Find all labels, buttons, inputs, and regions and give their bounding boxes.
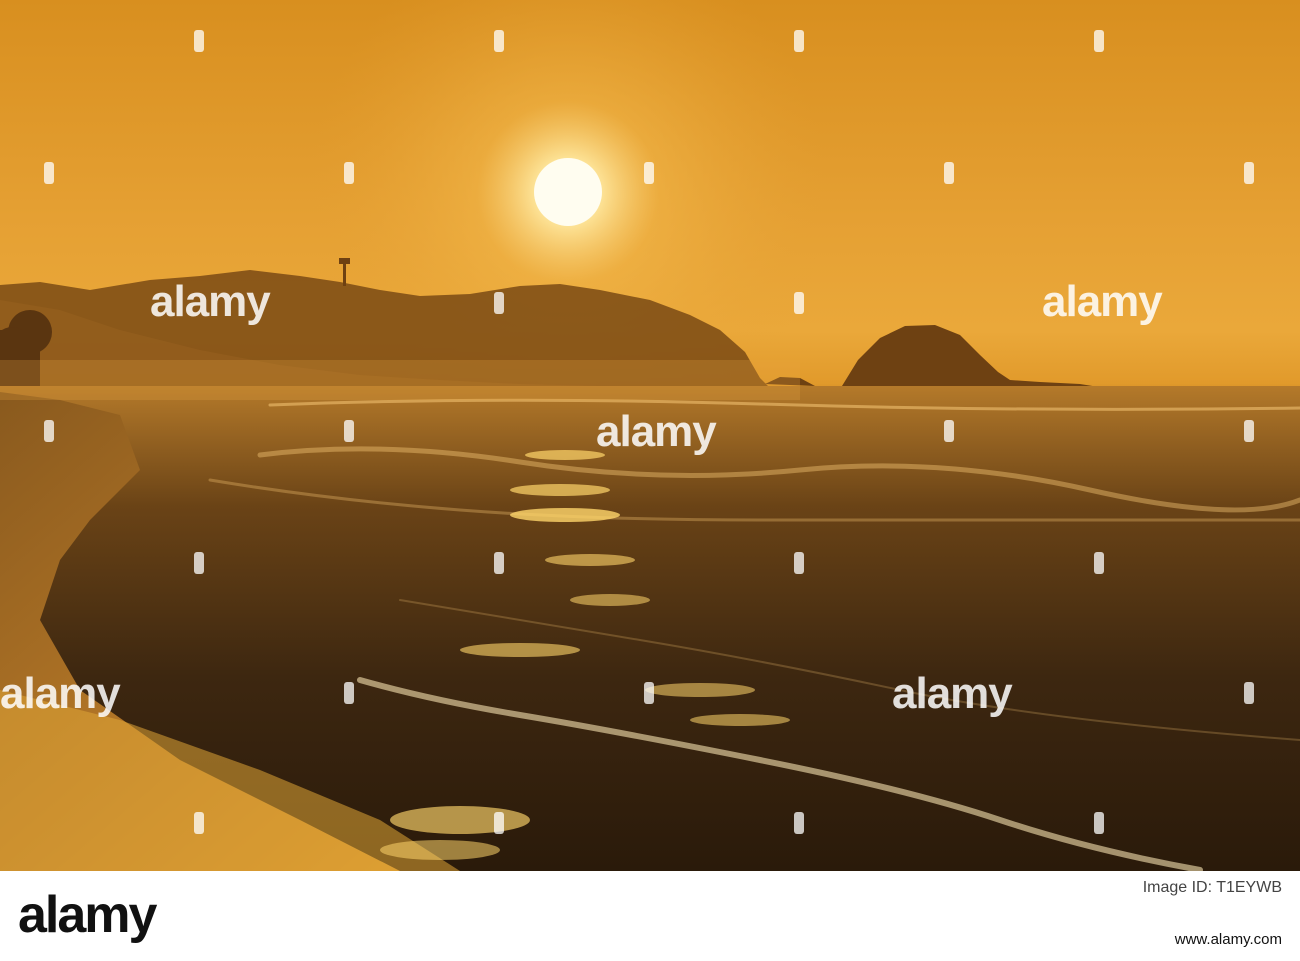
watermark-mark [494,30,504,52]
watermark-mark [344,162,354,184]
watermark-mark [1244,420,1254,442]
watermark-mark [194,552,204,574]
watermark: alamy [596,407,717,456]
watermark: alamy [150,277,271,326]
watermark: alamy [0,669,121,718]
watermark-mark [344,420,354,442]
watermark-mark [494,812,504,834]
watermark-mark [794,552,804,574]
watermark-mark [44,420,54,442]
watermark-mark [794,30,804,52]
footer-bar: alamy Image ID: T1EYWB www.alamy.com [0,871,1300,961]
site-url: www.alamy.com [1174,931,1282,948]
alamy-logo: alamy [18,886,157,944]
watermark-mark [194,812,204,834]
watermark-mark [1094,812,1104,834]
watermark-mark [194,30,204,52]
watermark-mark [494,552,504,574]
watermark-mark [1094,30,1104,52]
watermark: alamy [892,669,1013,718]
watermark-mark [644,162,654,184]
watermark-mark [794,812,804,834]
image-id-label: Image ID: T1EYWB [1142,879,1282,896]
watermark-mark [494,292,504,314]
watermark: alamy [1042,277,1163,326]
sun [534,158,602,226]
watermark-mark [44,162,54,184]
watermark-mark [944,420,954,442]
watermark-mark [1244,682,1254,704]
watermark-mark [1094,552,1104,574]
photo: alamy alamy alamy alamy alamy [0,0,1300,871]
watermark-mark [644,682,654,704]
watermark-mark [794,292,804,314]
watermark-mark [944,162,954,184]
watermark-mark [1244,162,1254,184]
watermark-mark [344,682,354,704]
